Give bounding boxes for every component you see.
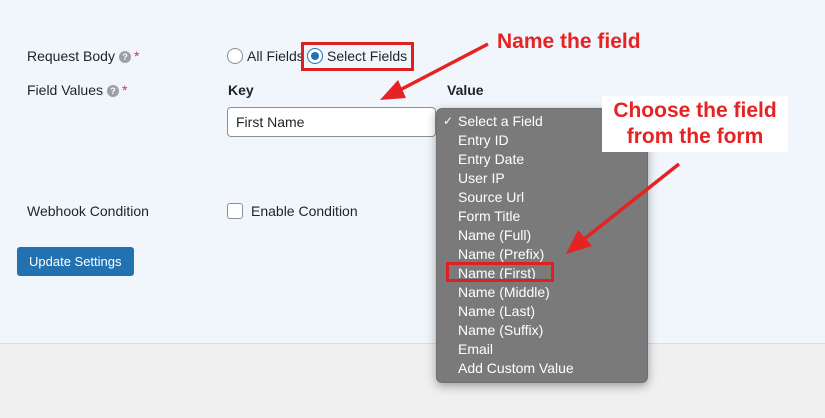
arrow-to-key-head bbox=[380, 80, 406, 100]
arrow-to-option-line bbox=[581, 162, 681, 242]
arrow-to-key-line bbox=[397, 42, 489, 93]
annotation-arrows bbox=[380, 42, 681, 254]
arrow-to-option-head bbox=[566, 230, 592, 254]
